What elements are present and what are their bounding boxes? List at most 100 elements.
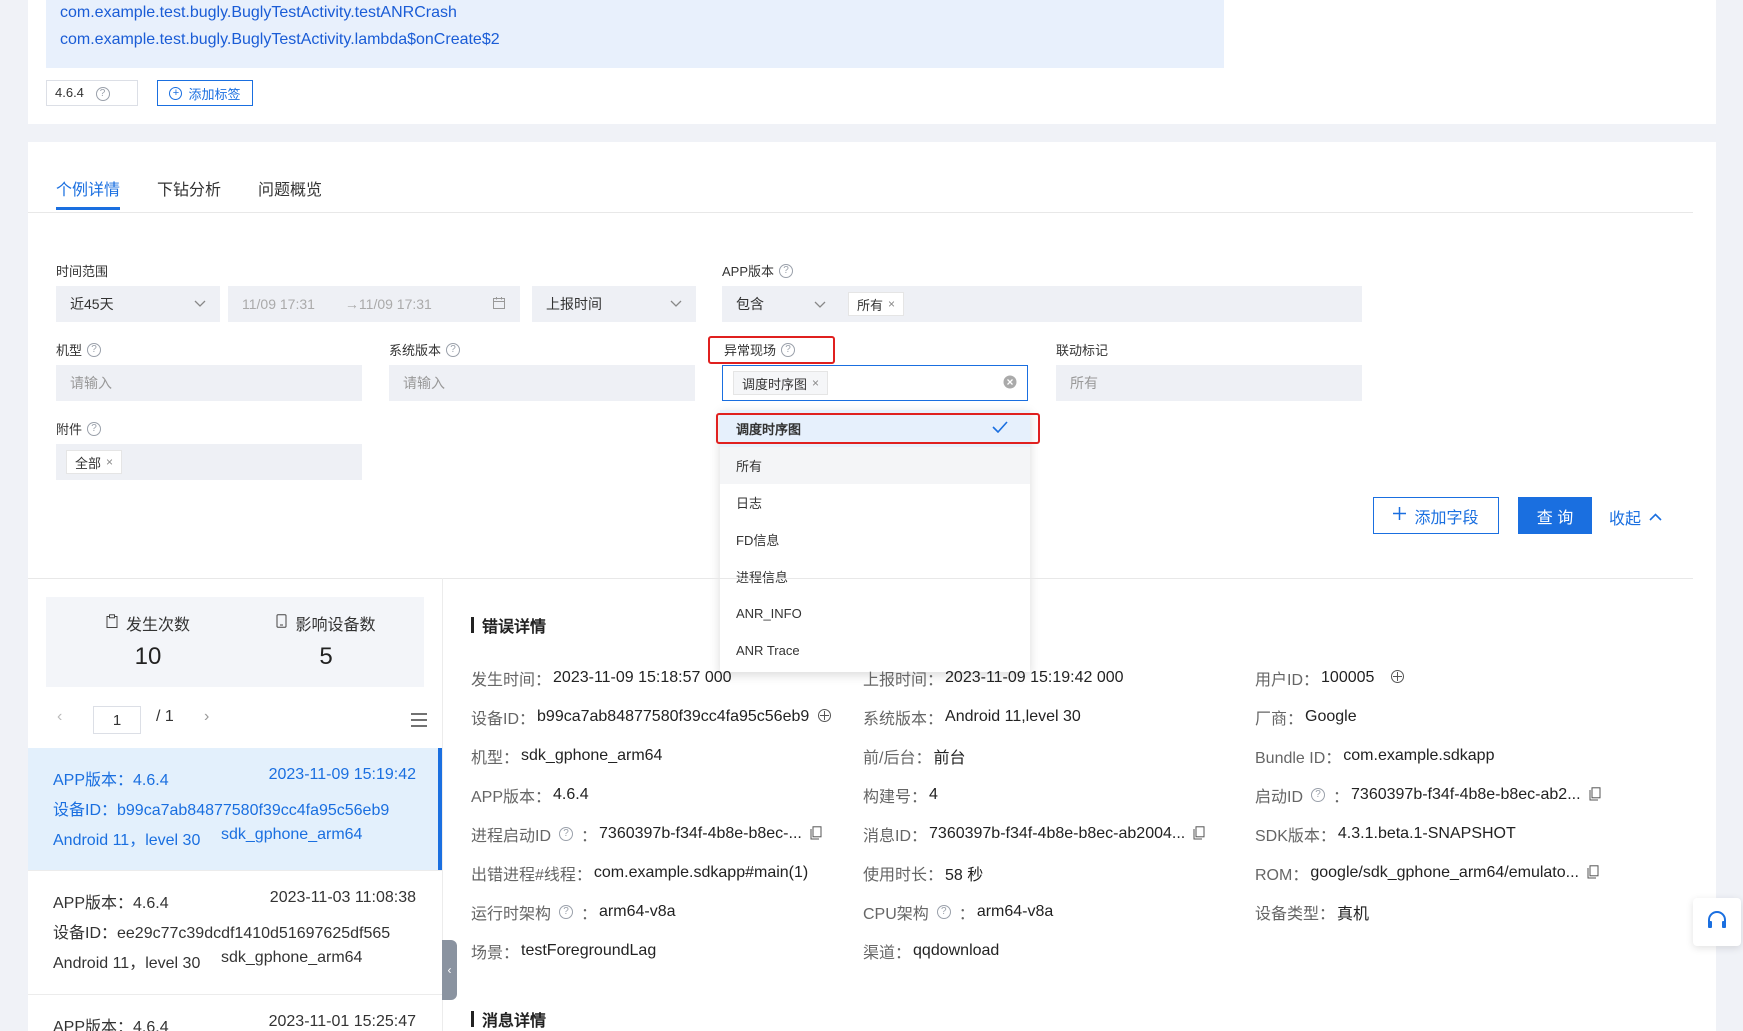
locate-icon[interactable] (817, 708, 832, 726)
dropdown-option[interactable]: 所有 (720, 447, 1030, 484)
message-details-title: 消息详情 (471, 1007, 546, 1031)
detail-build: 构建号： 4 (863, 786, 938, 806)
detail-report-time: 上报时间： 2023-11-09 15:19:42 000 (863, 669, 1124, 689)
tab-overview[interactable]: 问题概览 (258, 176, 322, 200)
phone-icon (276, 613, 287, 633)
detail-rom: ROM： google/sdk_gphone_arm64/emulato... (1255, 861, 1599, 885)
os-version-input[interactable]: 请输入 (389, 365, 695, 401)
chevron-down-icon (814, 296, 826, 312)
error-details-title: 错误详情 (471, 613, 546, 637)
app-version-tag[interactable]: 所有 × (848, 292, 905, 316)
date-range-picker[interactable]: 11/09 17:31 →11/09 17:31 (228, 286, 520, 322)
collapse-button[interactable]: 收起 (1609, 505, 1662, 529)
linked-tag-label: 联动标记 (1056, 343, 1109, 358)
model-input[interactable]: 请输入 (56, 365, 362, 401)
detail-runtime-arch: 运行时架构?： arm64-v8a (471, 903, 676, 923)
help-icon[interactable]: ? (446, 342, 461, 357)
stats-panel: 发生次数 10 影响设备数 5 (46, 597, 424, 687)
prev-page-icon[interactable]: ‹ (57, 708, 62, 726)
dropdown-option[interactable]: FD信息 (720, 521, 1030, 558)
clear-icon[interactable] (1003, 375, 1017, 392)
detail-bundle-id: Bundle ID： com.example.sdkapp (1255, 747, 1495, 767)
page-input[interactable]: 1 (93, 706, 141, 734)
collapse-panel-handle[interactable]: ‹ (442, 940, 457, 1000)
detail-user-id: 用户ID： 100005 (1255, 666, 1405, 690)
occurrences-value: 10 (134, 643, 162, 670)
scene-tag[interactable]: 调度时序图 × (733, 371, 829, 395)
help-icon[interactable]: ? (936, 905, 951, 919)
dropdown-option[interactable]: 进程信息 (720, 558, 1030, 595)
divider (28, 212, 1693, 213)
help-icon[interactable]: ? (87, 421, 102, 436)
close-icon[interactable]: × (812, 376, 819, 390)
detail-launch-id: 启动ID?： 7360397b-f34f-4b8e-b8ec-ab2... (1255, 783, 1601, 807)
help-icon[interactable]: ? (559, 905, 574, 919)
tab-drilldown[interactable]: 下钻分析 (157, 176, 221, 200)
help-icon[interactable]: ? (1311, 788, 1326, 802)
detail-vendor: 厂商： Google (1255, 708, 1357, 728)
dropdown-option[interactable]: 日志 (720, 484, 1030, 521)
customer-support-button[interactable] (1693, 898, 1741, 946)
linked-tag-select[interactable]: 所有 (1056, 365, 1362, 401)
page-total: / 1 (156, 708, 174, 725)
detail-occur-time: 发生时间： 2023-11-09 15:18:57 000 (471, 669, 732, 689)
occurrences-stat: 发生次数 10 (68, 611, 228, 671)
close-icon[interactable]: × (106, 455, 113, 469)
list-menu-icon[interactable] (410, 712, 428, 733)
copy-icon[interactable] (1193, 825, 1205, 843)
detail-error-thread: 出错进程#线程： com.example.sdkapp#main(1) (471, 864, 809, 884)
record-item[interactable]: APP版本：4.6.4 2023-11-09 15:19:42 设备ID：b99… (28, 748, 442, 870)
tab-case-details[interactable]: 个例详情 (56, 176, 120, 200)
scene-select[interactable]: 调度时序图 × (722, 365, 1028, 401)
app-version-field[interactable]: 包含 所有 × (722, 286, 1362, 322)
add-field-button[interactable]: 添加字段 (1373, 497, 1499, 534)
time-range-label: 时间范围 (56, 264, 109, 279)
help-icon[interactable]: ? (95, 86, 110, 101)
locate-icon[interactable] (1390, 669, 1405, 687)
app-version-op[interactable]: 包含 (736, 294, 764, 314)
chevron-down-icon (670, 297, 682, 311)
detail-os-version: 系统版本： Android 11,level 30 (863, 708, 1081, 728)
chevron-down-icon (194, 297, 206, 311)
dropdown-option[interactable]: ANR_INFO (720, 595, 1030, 632)
help-icon[interactable]: ? (87, 342, 102, 357)
attachment-label: 附件 ? (56, 419, 102, 438)
stack-line[interactable]: com.example.test.bugly.BuglyTestActivity… (60, 31, 500, 49)
detail-message-id: 消息ID： 7360397b-f34f-4b8e-b8ec-ab2004... (863, 822, 1205, 846)
headset-icon (1706, 910, 1728, 935)
copy-icon[interactable] (1589, 786, 1601, 804)
copy-icon[interactable] (810, 825, 822, 843)
detail-app-version: APP版本： 4.6.4 (471, 786, 589, 806)
selected-option-highlight (716, 413, 1040, 444)
next-page-icon[interactable]: › (204, 708, 209, 726)
add-tag-label: 添加标签 (188, 86, 241, 102)
dropdown-option[interactable]: ANR Trace (720, 632, 1030, 669)
detail-usage-duration: 使用时长： 58 秒 (863, 867, 984, 884)
detail-cpu-arch: CPU架构?： arm64-v8a (863, 903, 1054, 923)
record-item[interactable]: APP版本：4.6.4 2023-11-03 11:08:38 设备ID：ee2… (28, 871, 442, 993)
record-item[interactable]: APP版本：4.6.4 2023-11-01 15:25:47 (28, 995, 442, 1031)
time-preset-select[interactable]: 近45天 (56, 286, 220, 322)
attachment-select[interactable]: 全部 × (56, 444, 362, 480)
detail-device-type: 设备类型： 真机 (1255, 906, 1370, 923)
scene-label-highlight (708, 336, 835, 364)
devices-stat: 影响设备数 5 (236, 611, 416, 671)
detail-sdk-version: SDK版本： 4.3.1.beta.1-SNAPSHOT (1255, 825, 1516, 845)
query-button[interactable]: 查 询 (1518, 497, 1592, 534)
attachment-tag[interactable]: 全部 × (66, 450, 123, 474)
detail-model: 机型： sdk_gphone_arm64 (471, 747, 663, 767)
time-type-select[interactable]: 上报时间 (532, 286, 696, 322)
add-tag-button[interactable]: + 添加标签 (157, 80, 253, 106)
divider (28, 578, 1693, 579)
help-icon[interactable]: ? (779, 263, 794, 278)
version-label: 4.6.4 (55, 85, 84, 100)
close-icon[interactable]: × (888, 297, 895, 311)
detail-device-id: 设备ID： b99ca7ab84877580f39cc4fa95c56eb9 (471, 705, 832, 729)
copy-icon[interactable] (1587, 864, 1599, 882)
app-version-label: APP版本 ? (722, 261, 794, 280)
help-icon[interactable]: ? (559, 827, 574, 841)
plus-circle-icon: + (169, 86, 183, 100)
model-label: 机型 ? (56, 340, 102, 359)
stack-line[interactable]: com.example.test.bugly.BuglyTestActivity… (60, 4, 457, 22)
stack-trace-box: com.example.test.bugly.BuglyTestActivity… (46, 0, 1224, 68)
